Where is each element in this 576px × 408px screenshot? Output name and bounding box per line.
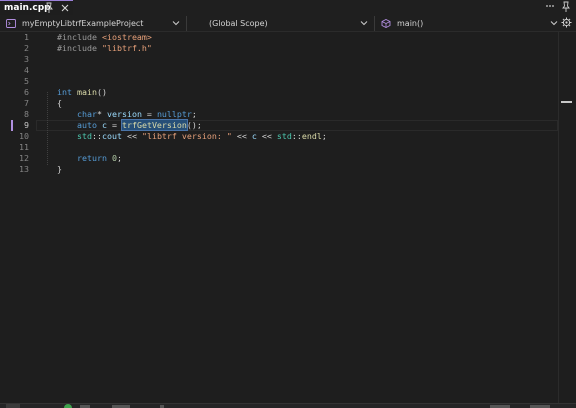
scrollbar-caret-marker — [561, 101, 572, 103]
no-issues-indicator[interactable] — [64, 404, 72, 408]
chevron-down-icon — [172, 21, 180, 26]
code-line[interactable]: int main() — [57, 87, 107, 98]
function-cube-icon — [381, 19, 391, 28]
code-token: int — [57, 87, 72, 97]
line-number: 4 — [24, 65, 29, 75]
code-token: << — [231, 131, 252, 141]
function-dropdown[interactable]: main() — [374, 16, 562, 31]
function-label: main() — [397, 19, 424, 28]
code-token: cout — [101, 131, 122, 141]
code-token: nullptr — [156, 109, 192, 119]
code-token: { — [57, 98, 62, 108]
chevron-down-icon — [550, 21, 558, 26]
project-name: myEmptyLibtrfExampleProject — [22, 19, 144, 28]
document-tab-strip: main.cpp — [0, 0, 576, 15]
code-line[interactable]: #include <iostream> — [57, 32, 152, 43]
line-number: 2 — [24, 43, 29, 53]
code-token: ; — [116, 153, 122, 163]
pin-icon[interactable] — [44, 2, 54, 14]
navigation-bar: myEmptyLibtrfExampleProject (Global Scop… — [0, 15, 576, 32]
code-line[interactable]: auto c = trfGetVersion(); — [57, 119, 202, 131]
code-line[interactable]: std::cout << "libtrf version: " << c << … — [57, 131, 327, 142]
close-icon[interactable] — [59, 2, 71, 14]
selected-token: trfGetVersion — [120, 119, 188, 131]
indent-guide — [47, 92, 48, 165]
code-token: return — [76, 153, 107, 163]
line-number: 1 — [24, 32, 29, 42]
scope-label: (Global Scope) — [209, 19, 268, 28]
code-token: (); — [186, 120, 202, 130]
code-token: std — [76, 131, 92, 141]
cpp-project-icon — [6, 19, 16, 28]
pin-icon[interactable] — [561, 1, 571, 13]
code-line[interactable]: #include "libtrf.h" — [57, 43, 152, 54]
line-number: 6 — [24, 87, 29, 97]
code-token: * — [96, 109, 107, 119]
code-token: << — [256, 131, 277, 141]
code-token: #include — [57, 43, 102, 53]
zoom-indicator[interactable] — [6, 404, 20, 408]
current-line-indicator — [11, 120, 13, 131]
tab-main-cpp[interactable]: main.cpp — [0, 0, 73, 15]
status-bar — [0, 403, 576, 408]
code-token: :: — [291, 131, 302, 141]
code-token: ; — [321, 131, 327, 141]
chevron-down-icon — [360, 21, 368, 26]
code-token: <iostream> — [101, 32, 152, 42]
code-token: main — [77, 87, 97, 97]
project-dropdown[interactable]: myEmptyLibtrfExampleProject — [2, 16, 184, 31]
line-number: 9 — [24, 120, 29, 130]
code-token: "libtrf.h" — [101, 43, 152, 53]
code-token: << — [121, 131, 142, 141]
code-line[interactable]: return 0; — [57, 153, 122, 164]
code-editor[interactable]: 1 2 3 4 5 6 7 8 9 10 11 12 13 #include <iostream> #in… — [0, 32, 576, 403]
code-line[interactable]: { — [57, 98, 62, 109]
code-token: "libtrf version: " — [141, 131, 232, 141]
line-number: 7 — [24, 98, 29, 108]
code-token: ; — [191, 109, 197, 119]
code-token: = — [106, 120, 122, 130]
code-token: char — [76, 109, 97, 119]
code-line[interactable]: char* version = nullptr; — [57, 109, 197, 120]
code-token: endl — [301, 131, 322, 141]
vertical-scrollbar[interactable] — [558, 32, 576, 403]
scope-dropdown[interactable]: (Global Scope) — [186, 16, 372, 31]
code-token: std — [276, 131, 292, 141]
ellipsis-icon[interactable] — [545, 0, 555, 15]
code-token: () — [96, 87, 107, 97]
gear-icon[interactable] — [561, 17, 572, 28]
line-number: 5 — [24, 76, 29, 86]
code-token: version — [106, 109, 142, 119]
code-token: } — [57, 164, 62, 174]
code-line[interactable]: } — [57, 164, 62, 175]
line-number: 8 — [24, 109, 29, 119]
line-number: 3 — [24, 54, 29, 64]
line-number: 10 — [19, 131, 29, 141]
code-token: = — [141, 109, 157, 119]
code-token: #include — [57, 32, 102, 42]
line-number: 12 — [19, 153, 29, 163]
line-number: 13 — [19, 164, 29, 174]
code-token: auto — [76, 120, 97, 130]
line-number-gutter: 1 2 3 4 5 6 7 8 9 10 11 12 13 — [0, 32, 36, 403]
code-token: :: — [91, 131, 102, 141]
line-number: 11 — [19, 142, 29, 152]
